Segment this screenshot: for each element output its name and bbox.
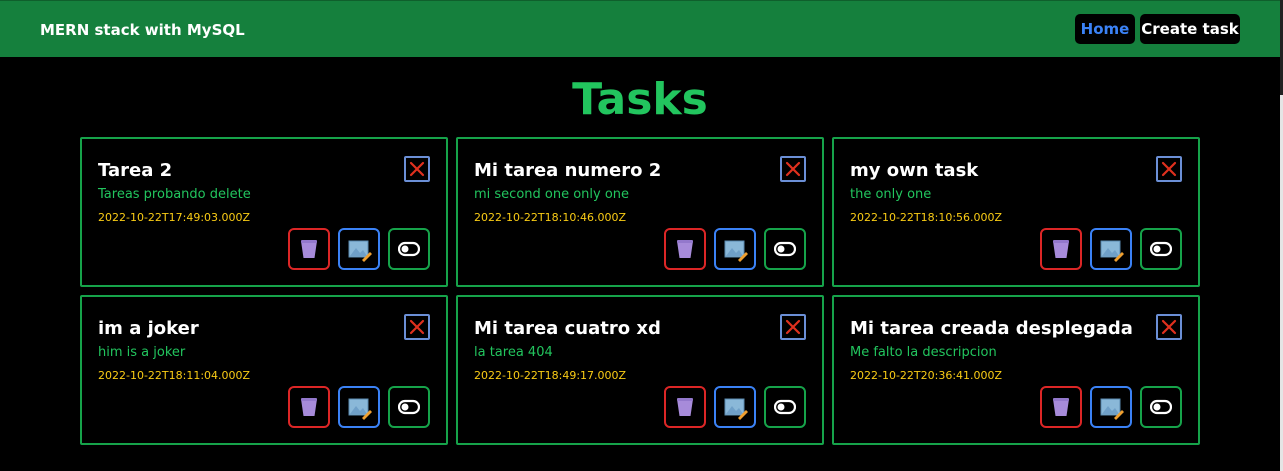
- toggle-task-button[interactable]: [1140, 386, 1182, 428]
- toggle-switch-icon: [774, 399, 796, 415]
- task-description: Tareas probando delete: [98, 187, 251, 202]
- edit-image-icon: [348, 398, 372, 420]
- task-date: 2022-10-22T17:49:03.000Z: [98, 211, 251, 224]
- task-description: the only one: [850, 187, 932, 202]
- delete-task-button[interactable]: [1040, 386, 1082, 428]
- edit-image-icon: [1100, 240, 1124, 262]
- task-description: Me falto la descripcion: [850, 345, 997, 360]
- task-card: Mi tarea numero 2 mi second one only one…: [456, 137, 824, 287]
- trash-icon: [677, 240, 693, 258]
- task-title: Mi tarea creada desplegada: [850, 318, 1133, 339]
- edit-task-button[interactable]: [714, 386, 756, 428]
- toggle-switch-icon: [1150, 399, 1172, 415]
- toggle-task-button[interactable]: [388, 386, 430, 428]
- task-title: Mi tarea cuatro xd: [474, 318, 661, 339]
- delete-task-button[interactable]: [664, 386, 706, 428]
- edit-image-icon: [1100, 398, 1124, 420]
- task-title: Tarea 2: [98, 160, 173, 181]
- create-task-button[interactable]: Create task: [1140, 14, 1240, 44]
- task-date: 2022-10-22T18:10:56.000Z: [850, 211, 1003, 224]
- task-title: Mi tarea numero 2: [474, 160, 662, 181]
- task-date: 2022-10-22T18:49:17.000Z: [474, 369, 627, 382]
- task-date: 2022-10-22T18:11:04.000Z: [98, 369, 251, 382]
- edit-task-button[interactable]: [1090, 228, 1132, 270]
- close-icon[interactable]: [780, 314, 806, 340]
- task-card: Mi tarea creada desplegada Me falto la d…: [832, 295, 1200, 445]
- task-description: him is a joker: [98, 345, 186, 360]
- trash-icon: [1053, 398, 1069, 416]
- task-card: my own task the only one 2022-10-22T18:1…: [832, 137, 1200, 287]
- navbar: MERN stack with MySQL Home Create task: [0, 0, 1280, 57]
- task-title: my own task: [850, 160, 979, 181]
- close-icon[interactable]: [404, 314, 430, 340]
- task-date: 2022-10-22T20:36:41.000Z: [850, 369, 1003, 382]
- toggle-switch-icon: [398, 241, 420, 257]
- page-title: Tasks: [572, 74, 708, 125]
- edit-task-button[interactable]: [714, 228, 756, 270]
- toggle-task-button[interactable]: [764, 228, 806, 270]
- task-card: Tarea 2 Tareas probando delete 2022-10-2…: [80, 137, 448, 287]
- home-button[interactable]: Home: [1075, 14, 1135, 44]
- trash-icon: [677, 398, 693, 416]
- delete-task-button[interactable]: [288, 386, 330, 428]
- toggle-switch-icon: [774, 241, 796, 257]
- edit-image-icon: [348, 240, 372, 262]
- close-icon[interactable]: [404, 156, 430, 182]
- task-description: la tarea 404: [474, 345, 553, 360]
- task-card: im a joker him is a joker 2022-10-22T18:…: [80, 295, 448, 445]
- edit-image-icon: [724, 398, 748, 420]
- edit-task-button[interactable]: [338, 228, 380, 270]
- trash-icon: [301, 398, 317, 416]
- close-icon[interactable]: [1156, 156, 1182, 182]
- task-date: 2022-10-22T18:10:46.000Z: [474, 211, 627, 224]
- toggle-task-button[interactable]: [764, 386, 806, 428]
- close-icon[interactable]: [780, 156, 806, 182]
- edit-image-icon: [724, 240, 748, 262]
- brand-title: MERN stack with MySQL: [40, 21, 245, 39]
- toggle-switch-icon: [1150, 241, 1172, 257]
- toggle-switch-icon: [398, 399, 420, 415]
- task-description: mi second one only one: [474, 187, 630, 202]
- close-icon[interactable]: [1156, 314, 1182, 340]
- task-card: Mi tarea cuatro xd la tarea 404 2022-10-…: [456, 295, 824, 445]
- toggle-task-button[interactable]: [388, 228, 430, 270]
- edit-task-button[interactable]: [1090, 386, 1132, 428]
- task-title: im a joker: [98, 318, 199, 339]
- trash-icon: [301, 240, 317, 258]
- delete-task-button[interactable]: [288, 228, 330, 270]
- edit-task-button[interactable]: [338, 386, 380, 428]
- trash-icon: [1053, 240, 1069, 258]
- delete-task-button[interactable]: [1040, 228, 1082, 270]
- delete-task-button[interactable]: [664, 228, 706, 270]
- toggle-task-button[interactable]: [1140, 228, 1182, 270]
